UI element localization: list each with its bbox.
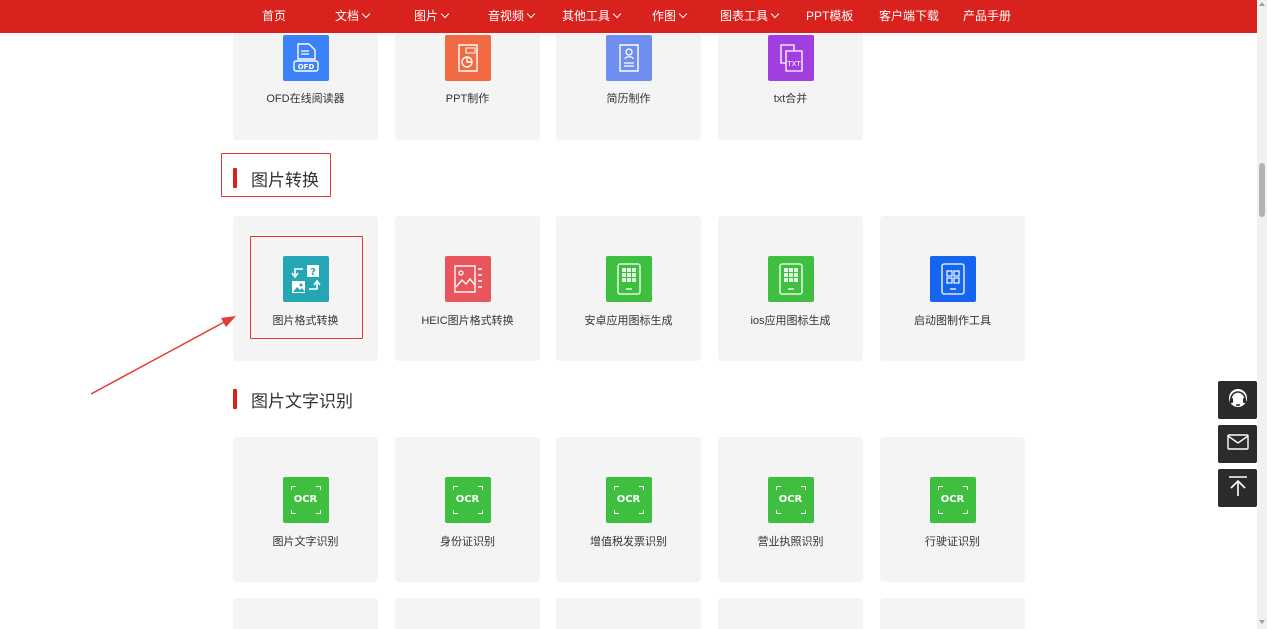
tool-label: 身份证识别 [440,536,495,548]
tool-card-image-format-convert[interactable]: ? 图片格式转换 [233,216,378,361]
back-to-top-button[interactable] [1218,469,1257,507]
tool-card-partial[interactable] [880,598,1025,629]
tool-card-partial[interactable] [718,598,863,629]
tool-card-id-card-ocr[interactable]: OCR 身份证识别 [395,437,540,582]
nav-ppt-templates-label: PPT模板 [806,9,854,23]
tool-label: OFD在线阅读器 [266,93,345,105]
section-marker [233,168,237,188]
nav-product-manual[interactable]: 产品手册 [963,0,1011,33]
mail-button[interactable] [1218,425,1257,463]
chevron-down-icon [526,9,536,19]
tool-card-partial[interactable] [556,598,701,629]
ocr-icon: OCR [282,477,329,523]
tool-card-business-license-ocr[interactable]: OCR 营业执照识别 [718,437,863,582]
tool-label: txt合并 [773,93,808,105]
ocr-icon-text: OCR [616,494,641,505]
back-to-top-icon [1227,474,1249,503]
android-icon-grid-icon [605,256,652,302]
scroll-up-arrow-icon[interactable] [1259,2,1265,6]
scrollbar-thumb[interactable] [1259,163,1265,217]
customer-service-button[interactable] [1218,381,1257,419]
mail-icon [1226,432,1250,457]
nav-other-tools[interactable]: 其他工具 [562,0,622,33]
customer-service-icon [1226,386,1250,415]
launch-image-icon [929,256,976,302]
tool-label: 图片格式转换 [272,315,339,327]
nav-client-download-label: 客户端下载 [879,9,940,23]
tool-card-txt-merge[interactable]: TXT txt合并 [718,33,863,140]
tool-card-partial[interactable] [233,598,378,629]
ocr-icon-text: OCR [940,494,965,505]
tool-card-driving-license-ocr[interactable]: OCR 行驶证识别 [880,437,1025,582]
tool-label: 图片文字识别 [272,536,339,548]
page-scrollbar[interactable] [1257,0,1267,629]
chevron-down-icon [440,9,450,19]
ofd-document-icon: OFD [282,35,329,81]
tool-card-launch-image-maker[interactable]: 启动图制作工具 [880,216,1025,361]
ocr-icon-text: OCR [293,494,318,505]
tool-card-ppt-maker[interactable]: PPT制作 [395,33,540,140]
txt-merge-icon: TXT [767,35,814,81]
nav-client-download[interactable]: 客户端下载 [879,0,939,33]
ppt-chart-icon [444,35,491,81]
tool-card-image-text-ocr[interactable]: OCR 图片文字识别 [233,437,378,582]
nav-images-label: 图片 [414,9,439,23]
nav-audio-video-label: 音视频 [488,9,525,23]
tool-label: ios应用图标生成 [750,315,831,327]
tool-card-partial[interactable] [395,598,540,629]
section-marker [233,389,237,409]
resume-icon [605,35,652,81]
top-nav: 首页 文档 图片 音视频 其他工具 作图 图表工具 PPT模板 客户端下载 产品… [0,0,1257,33]
nav-product-manual-label: 产品手册 [963,9,1012,23]
tool-card-android-icon-generator[interactable]: 安卓应用图标生成 [556,216,701,361]
chevron-down-icon [612,9,622,19]
nav-documents-label: 文档 [335,9,360,23]
nav-images[interactable]: 图片 [414,0,450,33]
section-title: 图片文字识别 [251,391,353,411]
section-heading-ocr: 图片文字识别 [233,387,353,411]
scroll-down-arrow-icon[interactable] [1259,620,1265,624]
ocr-icon: OCR [767,477,814,523]
nav-other-tools-label: 其他工具 [562,9,611,23]
tool-label: HEIC图片格式转换 [421,315,514,327]
tool-card-resume-maker[interactable]: 简历制作 [556,33,701,140]
tool-label: 启动图制作工具 [914,315,991,327]
section-title: 图片转换 [251,170,319,190]
nav-chart-tools[interactable]: 图表工具 [720,0,780,33]
tool-label: 增值税发票识别 [590,536,667,548]
svg-text:?: ? [310,267,316,278]
image-format-convert-icon: ? [282,256,329,302]
chevron-down-icon [361,9,371,19]
nav-chart-tools-label: 图表工具 [720,9,769,23]
nav-drawing-label: 作图 [652,9,677,23]
nav-audio-video[interactable]: 音视频 [488,0,536,33]
ocr-icon: OCR [929,477,976,523]
chevron-down-icon [770,9,780,19]
nav-home[interactable]: 首页 [262,0,286,33]
ocr-icon: OCR [605,477,652,523]
nav-ppt-templates[interactable]: PPT模板 [806,0,853,33]
ios-icon-grid-icon [767,256,814,302]
chevron-down-icon [678,9,688,19]
tool-card-heic-convert[interactable]: HEIC图片格式转换 [395,216,540,361]
svg-text:OFD: OFD [297,63,314,71]
tool-card-ios-icon-generator[interactable]: ios应用图标生成 [718,216,863,361]
section-heading-image-convert: 图片转换 [233,166,319,190]
tool-label: 行驶证识别 [925,536,980,548]
nav-documents[interactable]: 文档 [335,0,371,33]
tool-label: PPT制作 [445,93,490,105]
tool-label: 营业执照识别 [757,536,824,548]
nav-home-label: 首页 [262,9,287,23]
nav-drawing[interactable]: 作图 [652,0,688,33]
svg-text:TXT: TXT [786,60,801,68]
tool-card-vat-invoice-ocr[interactable]: OCR 增值税发票识别 [556,437,701,582]
ocr-icon-text: OCR [778,494,803,505]
ocr-icon-text: OCR [455,494,480,505]
tool-label: 安卓应用图标生成 [584,315,673,327]
ocr-icon: OCR [444,477,491,523]
tool-label: 简历制作 [606,93,651,105]
heic-image-icon [444,256,491,302]
tool-card-ofd-reader[interactable]: OFD OFD在线阅读器 [233,33,378,140]
